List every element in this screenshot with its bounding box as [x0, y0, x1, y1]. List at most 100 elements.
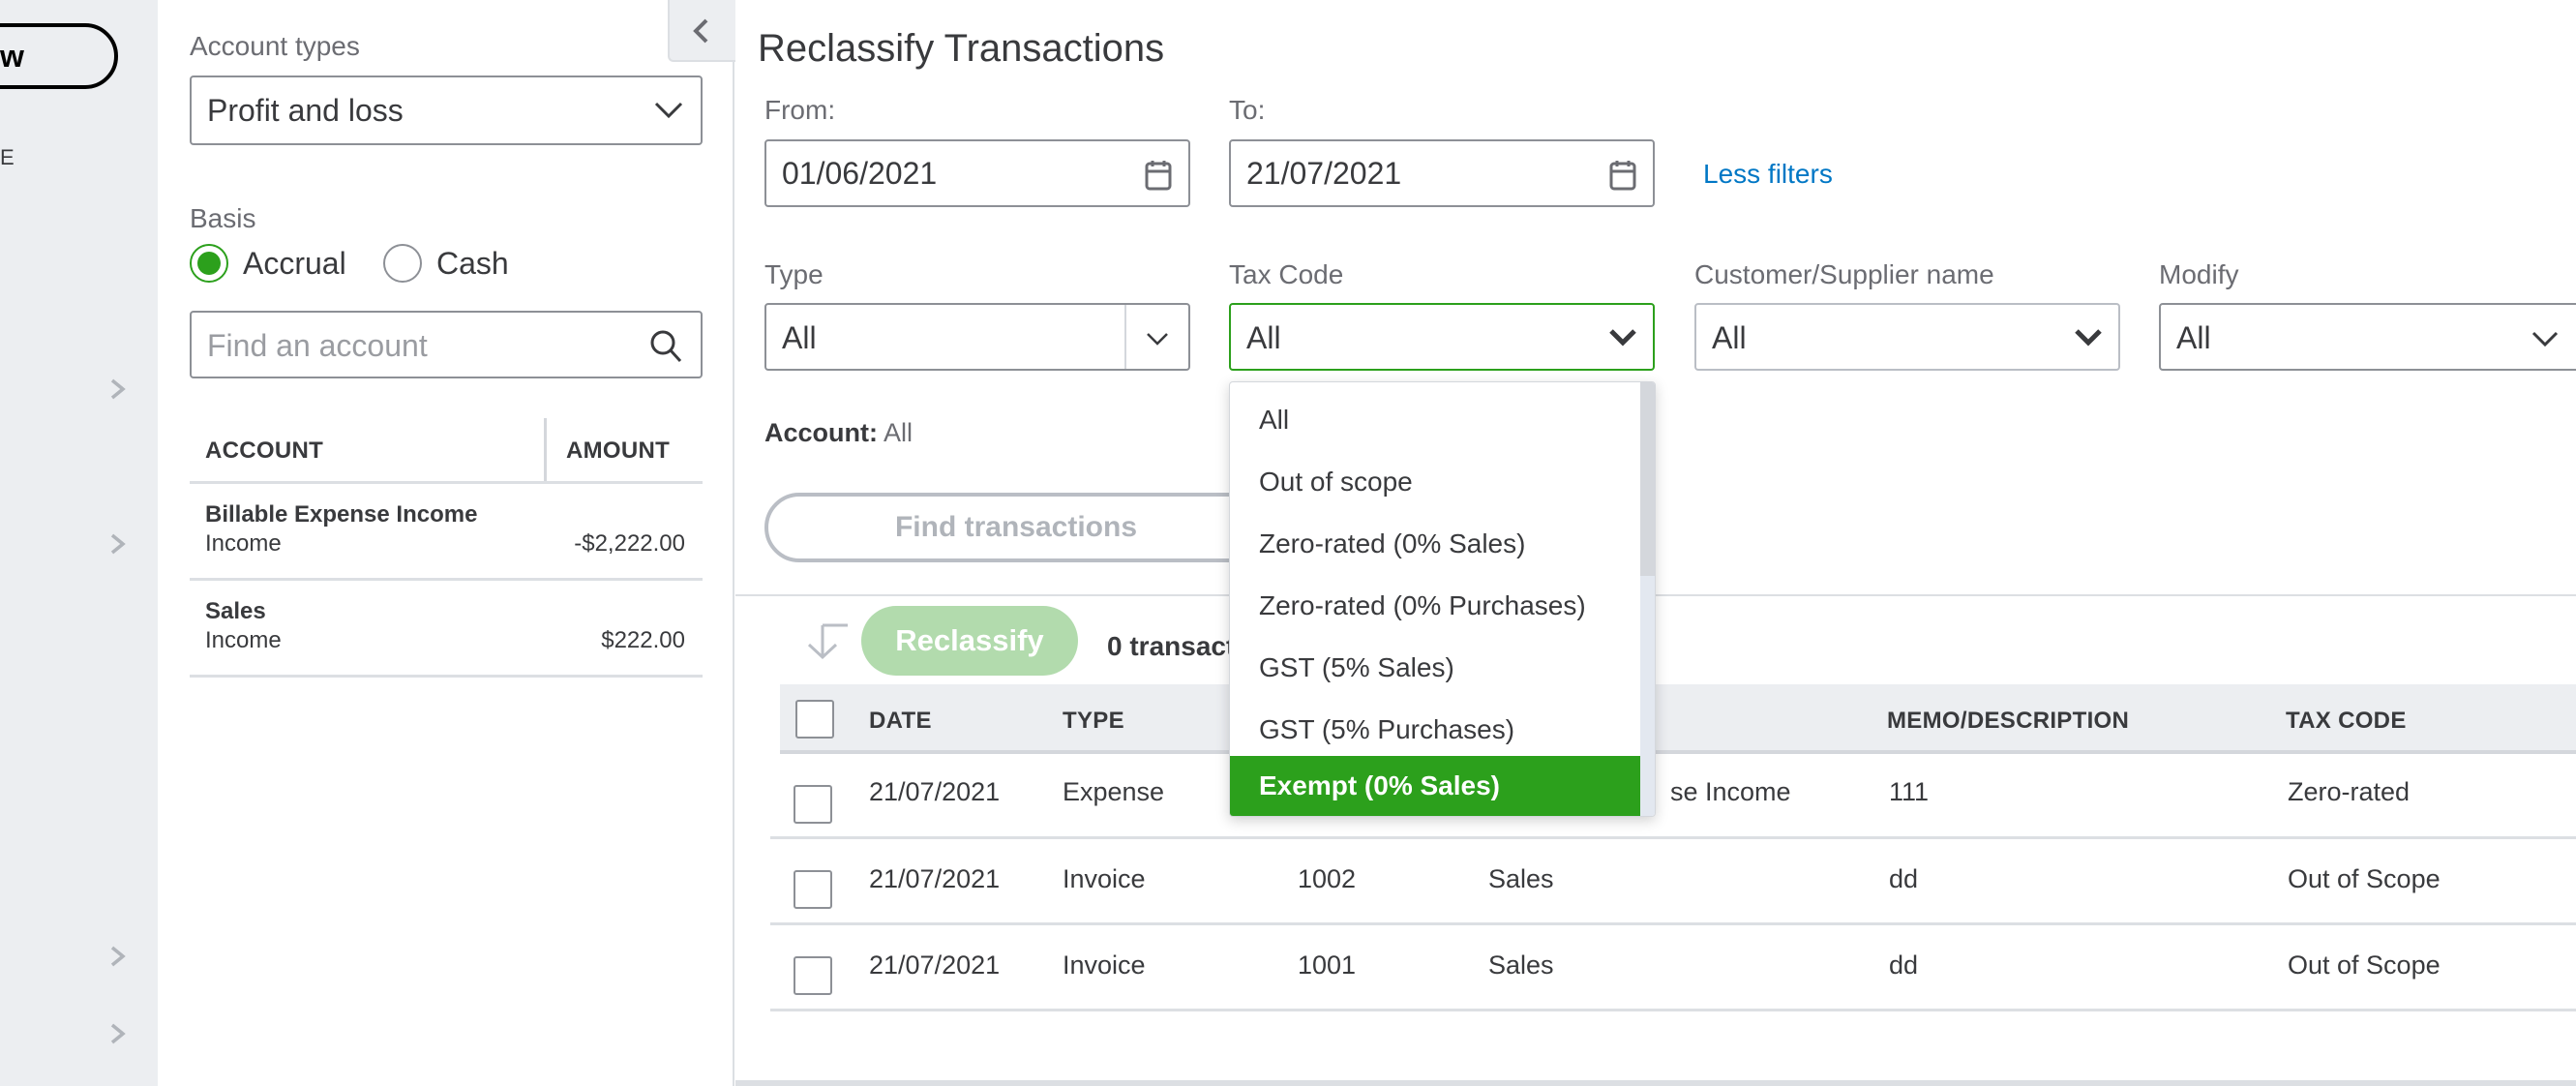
row-memo: dd [1889, 950, 1919, 980]
select-all-checkbox[interactable] [795, 700, 834, 739]
chevron-down-icon [1147, 333, 1168, 346]
collapse-panel-button[interactable] [668, 0, 735, 62]
row-date: 21/07/2021 [869, 950, 1001, 980]
radio-dot [197, 252, 221, 275]
customer-supplier-value: All [1712, 320, 1747, 355]
account-row[interactable]: Sales Income $222.00 [190, 581, 703, 676]
chevron-right-icon[interactable] [108, 1022, 128, 1045]
row-tax-code: Out of Scope [2288, 864, 2441, 893]
account-types-label: Account types [190, 31, 360, 61]
row-type: Invoice [1063, 950, 1146, 980]
column-divider [544, 418, 547, 482]
customer-supplier-select[interactable]: All [1694, 303, 2120, 371]
amount-column-header: AMOUNT [566, 437, 671, 464]
dropdown-option[interactable]: GST (5% Sales) [1230, 638, 1642, 698]
row-memo: 111 [1889, 777, 1930, 806]
chevron-down-icon [2531, 331, 2559, 347]
account-types-select[interactable]: Profit and loss [190, 75, 703, 145]
account-name: Sales [205, 598, 266, 624]
tax-code-value: All [1246, 320, 1281, 355]
find-transactions-button[interactable]: Find transactions [764, 493, 1268, 562]
row-checkbox[interactable] [794, 956, 832, 995]
dropdown-option[interactable]: Out of scope [1230, 452, 1642, 512]
table-row[interactable]: 21/07/2021 Expense se Income 111 Zero-ra… [770, 754, 2576, 841]
chevron-down-icon [654, 102, 683, 119]
chevron-down-icon [1609, 329, 1636, 347]
search-icon[interactable] [648, 328, 683, 365]
less-filters-link[interactable]: Less filters [1703, 159, 1833, 190]
cash-label[interactable]: Cash [436, 246, 509, 282]
type-select[interactable]: All [764, 303, 1190, 371]
chevron-right-icon[interactable] [108, 945, 128, 968]
selection-count: 0 transact [1107, 631, 1236, 661]
dropdown-scrollbar[interactable] [1640, 382, 1655, 816]
row-memo: dd [1889, 864, 1919, 893]
row-type: Expense [1063, 777, 1165, 806]
modify-select[interactable]: All [2159, 303, 2576, 371]
table-row[interactable]: 21/07/2021 Invoice 1001 Sales dd Out of … [770, 925, 2576, 1012]
chevron-left-icon [693, 18, 708, 44]
tax-code-column-header[interactable]: TAX CODE [2286, 708, 2407, 735]
chevron-right-icon[interactable] [108, 377, 128, 401]
scrollbar-thumb[interactable] [1640, 382, 1655, 576]
row-tax-code: Zero-rated [2288, 777, 2411, 806]
type-column-header[interactable]: TYPE [1063, 708, 1124, 735]
reclassify-button[interactable]: Reclassify [861, 606, 1078, 676]
left-nav-rail: w E [0, 0, 158, 1086]
row-checkbox[interactable] [794, 785, 832, 824]
account-amount: $222.00 [601, 627, 685, 653]
dropdown-option[interactable]: Zero-rated (0% Sales) [1230, 514, 1642, 574]
account-amount: -$2,222.00 [574, 530, 685, 557]
modify-label: Modify [2159, 259, 2239, 289]
accrual-radio[interactable] [190, 244, 228, 283]
accrual-label[interactable]: Accrual [243, 246, 346, 282]
page-title: Reclassify Transactions [758, 27, 1165, 70]
dropdown-option[interactable]: All [1230, 390, 1642, 450]
type-label: Type [764, 259, 824, 289]
bottom-border [735, 1080, 2576, 1086]
find-account-input[interactable]: Find an account [190, 311, 703, 378]
chevron-right-icon[interactable] [108, 532, 128, 556]
row-account: Sales [1488, 864, 1554, 893]
section-divider [735, 594, 2576, 596]
date-column-header[interactable]: DATE [869, 708, 932, 735]
nav-item-stub[interactable]: E [0, 145, 15, 170]
row-type: Invoice [1063, 864, 1146, 893]
calendar-icon[interactable] [1144, 159, 1173, 192]
type-value: All [782, 320, 817, 355]
row-account: se Income [1670, 777, 1791, 806]
row-num: 1001 [1298, 950, 1357, 980]
tax-code-select[interactable]: All [1229, 303, 1655, 371]
to-date-value: 21/07/2021 [1246, 156, 1402, 191]
tax-code-label: Tax Code [1229, 259, 1344, 289]
account-panel: Account types Profit and loss Basis Accr… [158, 0, 734, 1086]
from-date-input[interactable]: 01/06/2021 [764, 139, 1190, 207]
select-divider [1124, 305, 1126, 369]
modify-value: All [2176, 320, 2211, 355]
dropdown-option[interactable]: GST (5% Purchases) [1230, 700, 1642, 760]
dropdown-option[interactable]: Zero-rated (0% Purchases) [1230, 576, 1642, 636]
to-date-input[interactable]: 21/07/2021 [1229, 139, 1655, 207]
calendar-icon[interactable] [1608, 159, 1637, 192]
memo-column-header[interactable]: MEMO/DESCRIPTION [1887, 708, 2129, 735]
row-date: 21/07/2021 [869, 777, 1001, 806]
account-filter-value: All [884, 418, 914, 447]
chevron-down-icon [2075, 329, 2102, 347]
account-filter[interactable]: Account: All [764, 418, 913, 448]
row-tax-code: Out of Scope [2288, 950, 2441, 980]
account-column-header: ACCOUNT [205, 437, 324, 464]
cash-radio[interactable] [383, 244, 422, 283]
new-button[interactable]: w [0, 23, 118, 89]
row-checkbox[interactable] [794, 870, 832, 909]
divider [190, 675, 703, 678]
tax-code-dropdown-menu: All Out of scope Zero-rated (0% Sales) Z… [1229, 381, 1656, 817]
account-row[interactable]: Billable Expense Income Income -$2,222.0… [190, 484, 703, 579]
basis-label: Basis [190, 203, 256, 233]
table-row[interactable]: 21/07/2021 Invoice 1002 Sales dd Out of … [770, 839, 2576, 926]
dropdown-option-highlighted[interactable]: Exempt (0% Sales) [1230, 756, 1642, 816]
row-num: 1002 [1298, 864, 1357, 893]
select-arrow-icon [807, 623, 848, 660]
table-header: DATE TYPE MEMO/DESCRIPTION TAX CODE [780, 684, 2576, 754]
account-name: Billable Expense Income [205, 501, 478, 528]
account-types-value: Profit and loss [207, 93, 404, 128]
